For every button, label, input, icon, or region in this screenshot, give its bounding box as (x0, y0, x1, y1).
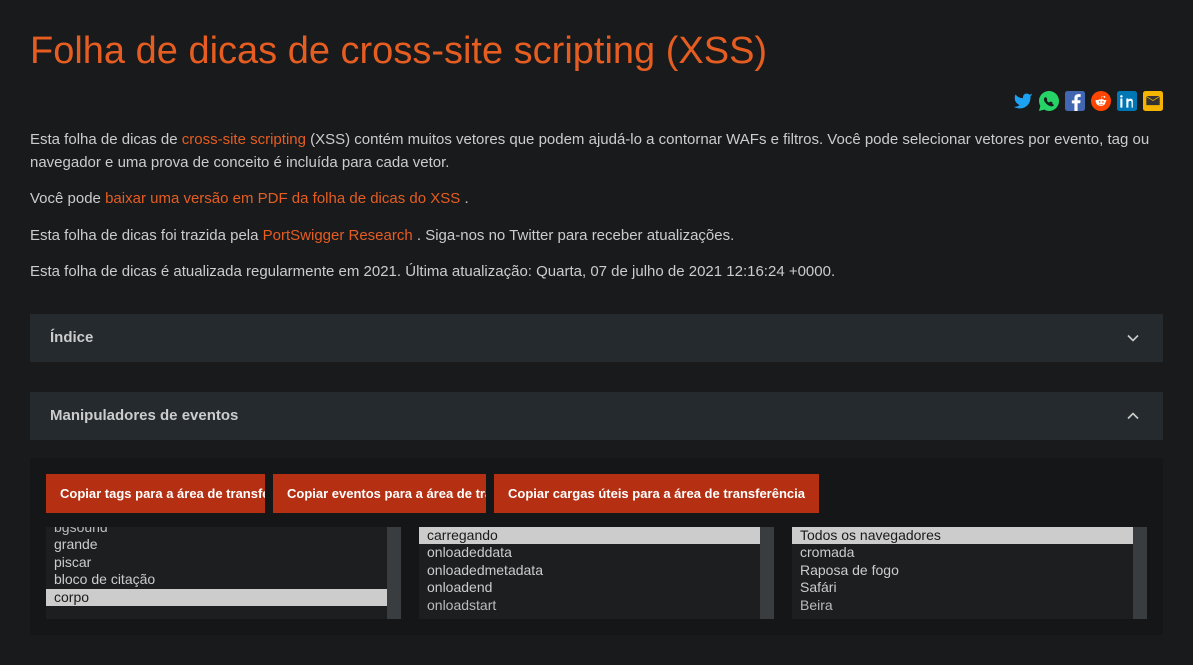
chevron-up-icon (1123, 406, 1143, 426)
whatsapp-icon[interactable] (1039, 91, 1059, 115)
twitter-icon[interactable] (1013, 91, 1033, 115)
list-item-selected[interactable]: corpo (46, 589, 401, 607)
intro-paragraph-3: Esta folha de dicas foi trazida pela Por… (30, 225, 1163, 248)
email-icon[interactable] (1143, 91, 1163, 115)
list-item[interactable]: Safári (792, 579, 1147, 597)
list-item[interactable]: grande (46, 536, 401, 554)
linkedin-icon[interactable] (1117, 91, 1137, 115)
scrollbar[interactable] (760, 527, 774, 619)
accordion-index[interactable]: Índice (30, 314, 1163, 362)
list-item[interactable]: bloco de citação (46, 571, 401, 589)
social-share-bar (30, 91, 1163, 115)
copy-tags-button[interactable]: Copiar tags para a área de transferência (46, 474, 265, 513)
intro-paragraph-1: Esta folha de dicas de cross-site script… (30, 129, 1163, 174)
browsers-select[interactable]: Todos os navegadores cromada Raposa de f… (792, 527, 1147, 619)
accordion-handlers-title: Manipuladores de eventos (50, 407, 238, 424)
reddit-icon[interactable] (1091, 91, 1111, 115)
list-item[interactable]: onloadend (419, 579, 774, 597)
list-item[interactable]: cromada (792, 544, 1147, 562)
list-item-selected[interactable]: carregando (419, 527, 774, 545)
tags-select[interactable]: bgsound grande piscar bloco de citação c… (46, 527, 401, 619)
list-item[interactable]: Beira (792, 597, 1147, 615)
copy-events-button[interactable]: Copiar eventos para a área de transferên… (273, 474, 486, 513)
scrollbar[interactable] (387, 527, 401, 619)
chevron-down-icon (1123, 328, 1143, 348)
page-title: Folha de dicas de cross-site scripting (… (30, 30, 1163, 73)
list-item[interactable]: bgsound (46, 527, 401, 537)
intro-paragraph-4: Esta folha de dicas é atualizada regular… (30, 261, 1163, 284)
list-item[interactable]: onloadedmetadata (419, 562, 774, 580)
list-item[interactable]: Raposa de fogo (792, 562, 1147, 580)
copy-payloads-button[interactable]: Copiar cargas úteis para a área de trans… (494, 474, 819, 513)
panel-event-handlers: Copiar tags para a área de transferência… (30, 458, 1163, 635)
list-item[interactable]: piscar (46, 554, 401, 572)
list-item[interactable]: onloadeddata (419, 544, 774, 562)
link-xss[interactable]: cross-site scripting (182, 131, 306, 148)
events-select[interactable]: carregando onloadeddata onloadedmetadata… (419, 527, 774, 619)
accordion-index-title: Índice (50, 329, 93, 346)
accordion-event-handlers[interactable]: Manipuladores de eventos (30, 392, 1163, 440)
list-item[interactable]: onloadstart (419, 597, 774, 615)
list-item-selected[interactable]: Todos os navegadores (792, 527, 1147, 545)
scrollbar[interactable] (1133, 527, 1147, 619)
link-portswigger-research[interactable]: PortSwigger Research (263, 227, 417, 244)
intro-paragraph-2: Você pode baixar uma versão em PDF da fo… (30, 188, 1163, 211)
link-pdf-download[interactable]: baixar uma versão em PDF da folha de dic… (105, 190, 464, 207)
facebook-icon[interactable] (1065, 91, 1085, 115)
